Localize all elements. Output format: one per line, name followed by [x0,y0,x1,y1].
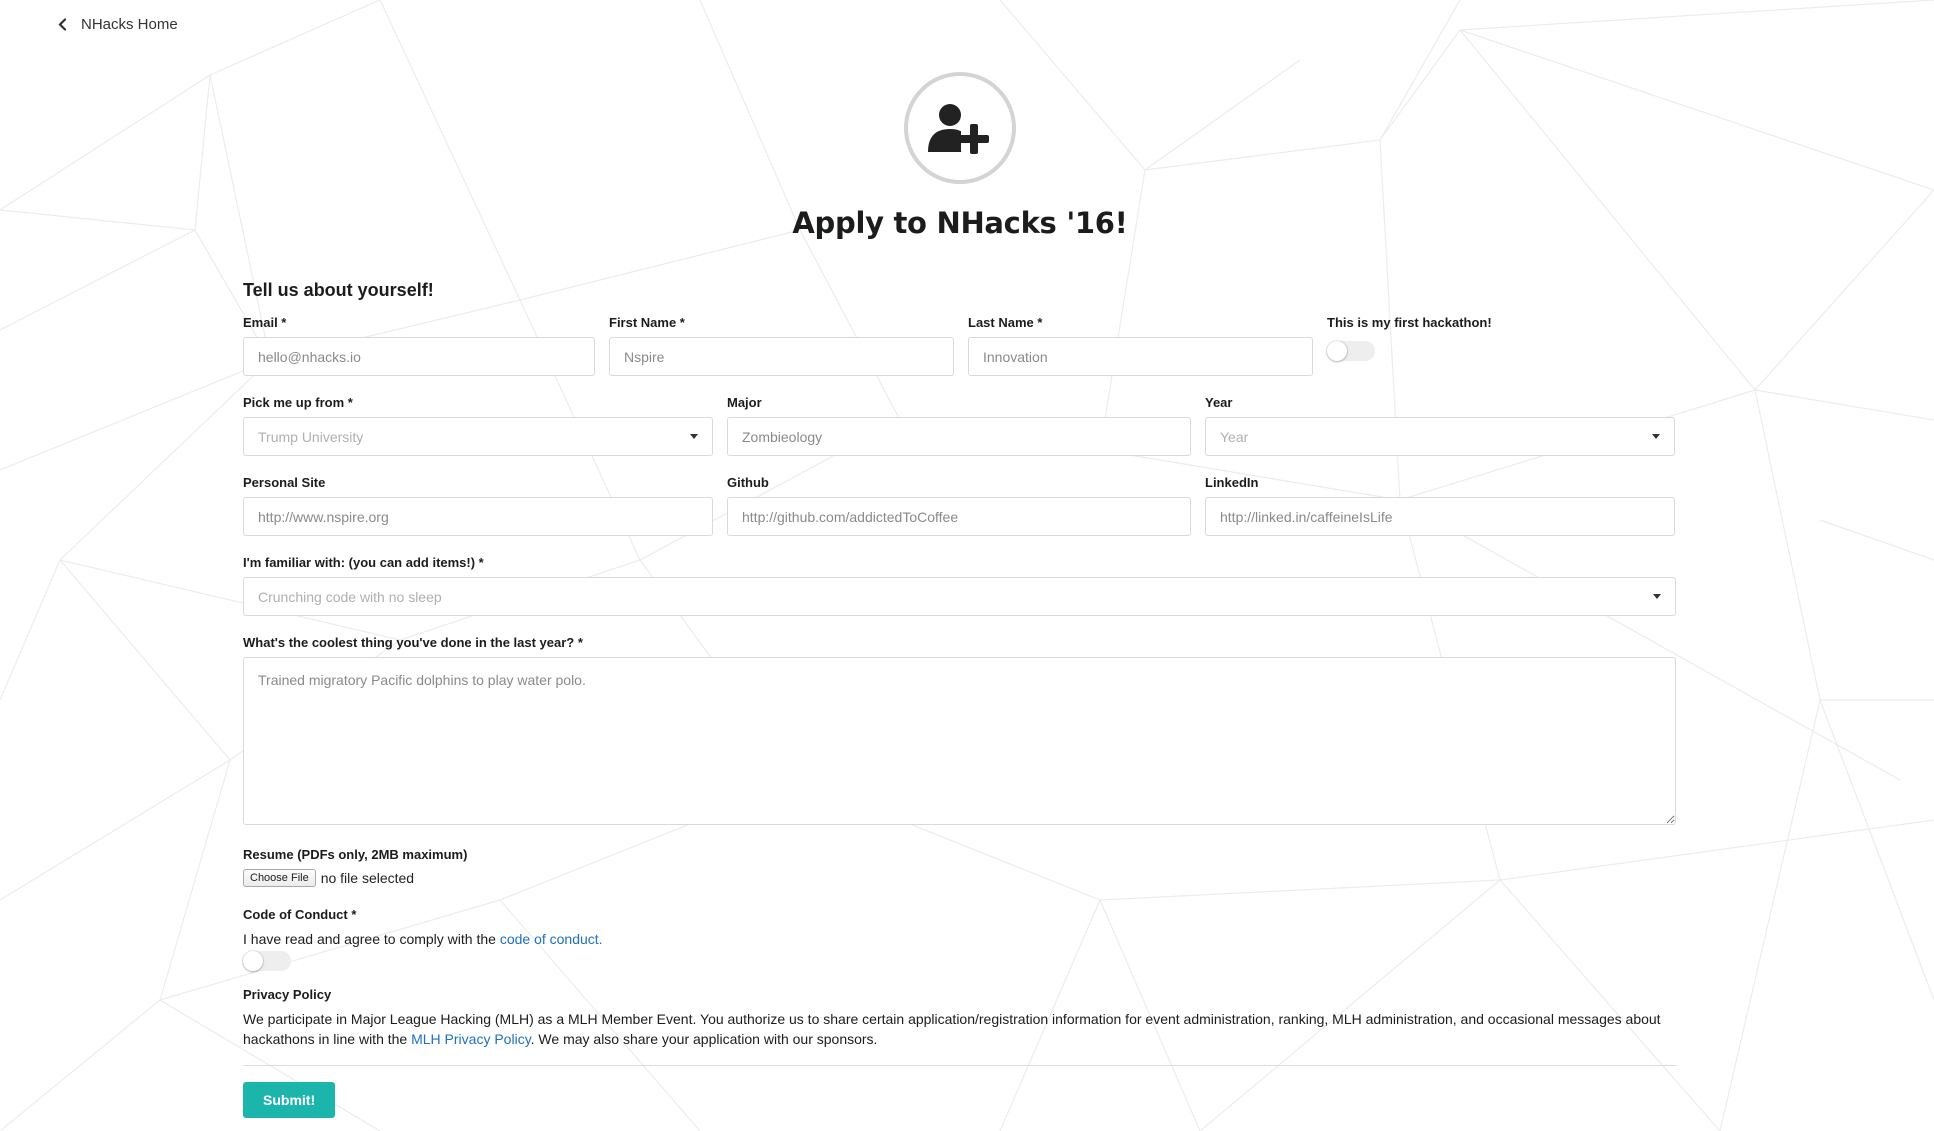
resume-file-row: Choose File no file selected [243,869,1677,887]
last-name-field-group: Last Name * [968,315,1313,376]
dropdown-caret-icon [690,434,698,439]
personal-site-field-group: Personal Site [243,475,713,536]
conduct-toggle[interactable] [243,951,291,971]
form-row-skills: I'm familiar with: (you can add items!) … [243,555,1677,616]
mlh-privacy-link[interactable]: MLH Privacy Policy [411,1031,531,1047]
familiar-multiselect[interactable]: Crunching code with no sleep [243,577,1676,616]
toggle-knob [243,951,263,971]
familiar-field-group: I'm familiar with: (you can add items!) … [243,555,1676,616]
form-row-links: Personal Site Github LinkedIn [243,475,1677,536]
application-form: Tell us about yourself! Email * First Na… [243,280,1677,1118]
resume-label: Resume (PDFs only, 2MB maximum) [243,847,468,862]
familiar-placeholder: Crunching code with no sleep [258,588,442,605]
major-field-group: Major [727,395,1191,456]
coolest-textarea[interactable] [243,657,1676,825]
github-label: Github [727,475,769,490]
privacy-text: We participate in Major League Hacking (… [243,1009,1677,1049]
privacy-label: Privacy Policy [243,987,332,1002]
privacy-group: Privacy Policy We participate in Major L… [243,987,1677,1049]
major-label: Major [727,395,762,410]
linkedin-input[interactable] [1205,497,1675,536]
linkedin-label: LinkedIn [1205,475,1259,490]
email-field-group: Email * [243,315,595,376]
page-title: Apply to NHacks '16! [792,206,1128,240]
first-hackathon-field-group: This is my first hackathon! [1327,315,1577,376]
first-name-label: First Name * [609,315,685,330]
pickup-field-group: Pick me up from * Trump University [243,395,713,456]
year-select[interactable]: Year [1205,417,1675,456]
pickup-select[interactable]: Trump University [243,417,713,456]
familiar-label: I'm familiar with: (you can add items!) … [243,555,484,570]
choose-file-button[interactable]: Choose File [243,869,316,887]
conduct-link[interactable]: code of conduct. [500,931,603,947]
conduct-group: Code of Conduct * I have read and agree … [243,907,1677,971]
year-placeholder: Year [1220,428,1249,445]
form-row-personal: Email * First Name * Last Name * This is… [243,315,1677,376]
form-row-coolest: What's the coolest thing you've done in … [243,635,1677,825]
github-field-group: Github [727,475,1191,536]
resume-group: Resume (PDFs only, 2MB maximum) Choose F… [243,847,1677,887]
home-link-label: NHacks Home [81,16,178,33]
conduct-text: I have read and agree to comply with the… [243,929,1677,949]
page-header: Apply to NHacks '16! [0,72,1920,240]
add-user-icon [928,104,989,154]
pickup-placeholder: Trump University [258,428,364,445]
personal-site-input[interactable] [243,497,713,536]
divider [243,1065,1677,1066]
file-status: no file selected [320,870,415,886]
submit-button[interactable]: Submit! [243,1082,336,1118]
linkedin-field-group: LinkedIn [1205,475,1675,536]
section-title: Tell us about yourself! [243,280,434,300]
github-input[interactable] [727,497,1191,536]
chevron-left-icon [58,18,67,31]
first-name-input[interactable] [609,337,954,376]
year-label: Year [1205,395,1233,410]
avatar-circle [904,72,1016,184]
first-hackathon-toggle[interactable] [1327,341,1375,361]
coolest-field-group: What's the coolest thing you've done in … [243,635,1676,825]
dropdown-caret-icon [1652,434,1660,439]
last-name-label: Last Name * [968,315,1043,330]
form-row-education: Pick me up from * Trump University Major… [243,395,1677,456]
toggle-knob [1327,341,1347,361]
dropdown-caret-icon [1653,594,1661,599]
personal-site-label: Personal Site [243,475,326,490]
first-hackathon-label: This is my first hackathon! [1327,315,1492,330]
privacy-text-after: . We may also share your application wit… [530,1031,878,1047]
email-label: Email * [243,315,287,330]
year-field-group: Year Year [1205,395,1675,456]
pickup-label: Pick me up from * [243,395,353,410]
email-input[interactable] [243,337,595,376]
first-name-field-group: First Name * [609,315,954,376]
conduct-text-before: I have read and agree to comply with the [243,931,500,947]
conduct-label: Code of Conduct * [243,907,357,922]
major-input[interactable] [727,417,1191,456]
home-link[interactable]: NHacks Home [58,16,178,33]
coolest-label: What's the coolest thing you've done in … [243,635,583,650]
last-name-input[interactable] [968,337,1313,376]
